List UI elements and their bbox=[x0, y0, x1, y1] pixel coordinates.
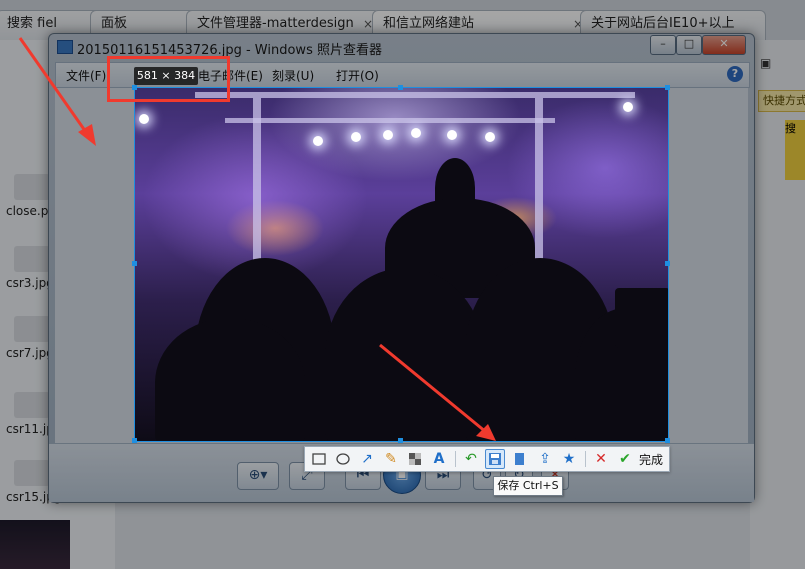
cancel-icon[interactable]: ✕ bbox=[591, 449, 611, 469]
capture-toolbar: ↗ ✎ A ↶ ⇪ ★ ✕ ✔ 完成 bbox=[304, 446, 670, 472]
arrow-icon[interactable]: ↗ bbox=[357, 449, 377, 469]
ellipse-icon[interactable] bbox=[333, 449, 353, 469]
done-button-label[interactable]: 完成 bbox=[639, 451, 663, 468]
pen-icon[interactable]: ✎ bbox=[381, 449, 401, 469]
done-icon[interactable]: ✔ bbox=[615, 449, 635, 469]
copy-icon[interactable] bbox=[509, 449, 529, 469]
save-icon[interactable] bbox=[485, 449, 505, 469]
mosaic-icon[interactable] bbox=[405, 449, 425, 469]
annotation-arrow bbox=[379, 343, 496, 441]
pin-icon[interactable]: ★ bbox=[559, 449, 579, 469]
toolbar-separator bbox=[455, 451, 456, 467]
save-tooltip: 保存 Ctrl+S bbox=[493, 476, 563, 496]
annotation-arrow bbox=[18, 37, 96, 146]
annotation-arrows bbox=[18, 37, 496, 441]
text-icon[interactable]: A bbox=[429, 449, 449, 469]
share-icon[interactable]: ⇪ bbox=[535, 449, 555, 469]
toolbar-separator bbox=[585, 451, 586, 467]
rectangle-icon[interactable] bbox=[309, 449, 329, 469]
undo-icon[interactable]: ↶ bbox=[461, 449, 481, 469]
